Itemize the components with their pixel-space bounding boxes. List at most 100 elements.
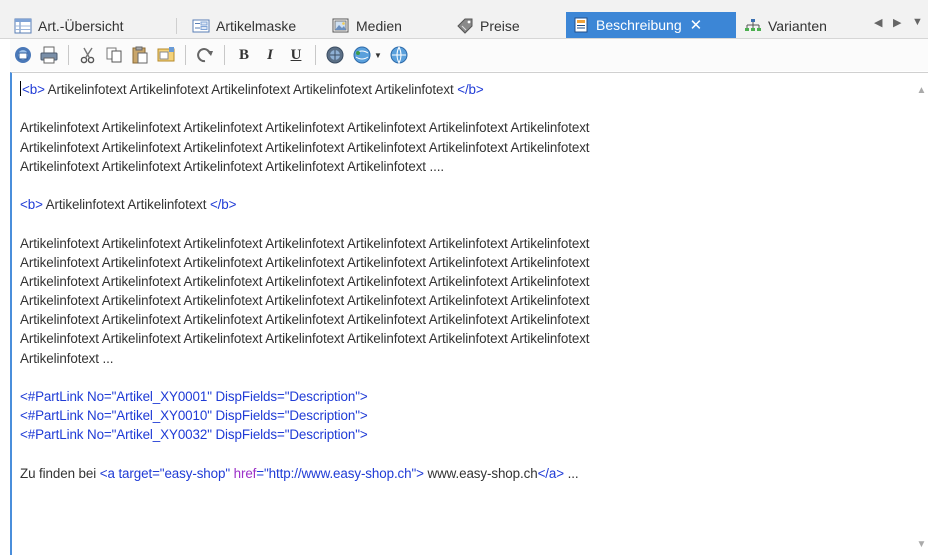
- tab-bar: Art.-Übersicht Artikelmaske Medien Preis…: [0, 0, 928, 39]
- editor-line: Artikelinfotext Artikelinfotext Artikeli…: [20, 272, 900, 291]
- text-segment: www.easy-shop.ch: [423, 465, 538, 481]
- editor-line: <#PartLink No="Artikel_XY0001" DispField…: [20, 387, 900, 406]
- text-segment: Artikelinfotext ...: [20, 350, 114, 366]
- tab-label: Art.-Übersicht: [38, 18, 124, 34]
- printer-icon: [40, 46, 58, 64]
- globe-icon: [326, 46, 344, 64]
- html-tag: <a target="easy-shop": [99, 465, 234, 481]
- tab-label: Preise: [480, 18, 520, 34]
- print-button[interactable]: [38, 44, 60, 66]
- editor-toolbar: B I U ▼: [10, 39, 928, 71]
- close-icon[interactable]: ✕: [690, 18, 703, 33]
- editor-text[interactable]: <b> Artikelinfotext Artikelinfotext Arti…: [20, 80, 900, 483]
- tab-varianten[interactable]: Varianten: [744, 14, 827, 38]
- text-segment: Artikelinfotext Artikelinfotext: [42, 197, 210, 213]
- tab-label: Artikelmaske: [216, 18, 297, 34]
- paste-button[interactable]: [129, 44, 151, 66]
- editor-line: Artikelinfotext Artikelinfotext Artikeli…: [20, 234, 900, 253]
- text-segment: Artikelinfotext Artikelinfotext Artikeli…: [20, 235, 590, 251]
- editor-line: Zu finden bei <a target="easy-shop" href…: [20, 464, 900, 483]
- html-tag: </b>: [457, 82, 484, 97]
- toolbar-divider: [68, 45, 69, 65]
- html-tag: <b>: [20, 197, 43, 213]
- html-tag: ="http://www.easy-shop.ch">: [256, 465, 424, 481]
- vertical-scrollbar[interactable]: ▲ ▼: [913, 73, 928, 555]
- tab-medien[interactable]: Medien: [332, 14, 402, 38]
- form-icon: [192, 18, 210, 34]
- preview-icon: [15, 47, 31, 63]
- tab-label: Medien: [356, 18, 402, 34]
- tab-label: Varianten: [768, 18, 827, 34]
- scroll-tabs-left-icon[interactable]: ◀: [874, 16, 882, 29]
- editor-line: Artikelinfotext Artikelinfotext Artikeli…: [20, 157, 900, 176]
- editor-line: <b> Artikelinfotext Artikelinfotext Arti…: [20, 80, 900, 99]
- text-segment: Artikelinfotext Artikelinfotext Artikeli…: [20, 331, 590, 347]
- insert-link-dropdown[interactable]: ▼: [350, 44, 384, 66]
- editor-line: Artikelinfotext ...: [20, 349, 900, 368]
- web-preview-button[interactable]: [324, 44, 346, 66]
- scroll-down-icon[interactable]: ▼: [913, 535, 928, 553]
- tab-label: Beschreibung: [596, 17, 682, 33]
- tab-preise[interactable]: Preise: [456, 14, 520, 38]
- editor-line: Artikelinfotext Artikelinfotext Artikeli…: [20, 253, 900, 272]
- html-tag: <#PartLink No="Artikel_XY0001" DispField…: [20, 389, 368, 404]
- html-attribute: href: [233, 465, 257, 481]
- globe-link-icon: [353, 46, 371, 64]
- text-segment: Zu finden bei: [20, 465, 100, 481]
- tab-art-uebersicht[interactable]: Art.-Übersicht: [14, 14, 124, 38]
- price-tag-icon: [456, 18, 474, 34]
- italic-button[interactable]: I: [259, 44, 281, 66]
- toolbar-divider: [224, 45, 225, 65]
- editor-line: Artikelinfotext Artikelinfotext Artikeli…: [20, 118, 900, 137]
- text-segment: Artikelinfotext Artikelinfotext Artikeli…: [20, 139, 590, 155]
- html-tag: </b>: [209, 197, 237, 213]
- tab-divider: [176, 18, 177, 34]
- scroll-tabs-right-icon[interactable]: ▶: [893, 16, 901, 29]
- web-link-icon: [390, 46, 408, 65]
- text-segment: Artikelinfotext Artikelinfotext Artikeli…: [20, 120, 590, 136]
- underline-button[interactable]: U: [285, 44, 307, 66]
- editor-line: Artikelinfotext Artikelinfotext Artikeli…: [20, 138, 900, 157]
- bold-button[interactable]: B: [233, 44, 255, 66]
- text-segment: Artikelinfotext Artikelinfotext Artikeli…: [20, 312, 590, 328]
- preview-button[interactable]: [12, 44, 34, 66]
- insert-image-icon: [157, 47, 175, 62]
- tab-artikelmaske[interactable]: Artikelmaske: [192, 14, 296, 38]
- text-segment: Artikelinfotext Artikelinfotext Artikeli…: [20, 273, 590, 289]
- scissors-icon: [80, 47, 95, 64]
- redo-button[interactable]: [194, 44, 216, 66]
- tree-icon: [744, 18, 762, 34]
- chevron-down-icon: ▼: [374, 50, 382, 60]
- cut-button[interactable]: [77, 44, 99, 66]
- html-editor[interactable]: <b> Artikelinfotext Artikelinfotext Arti…: [10, 72, 928, 555]
- editor-line: <#PartLink No="Artikel_XY0032" DispField…: [20, 425, 900, 444]
- tab-beschreibung[interactable]: Beschreibung ✕: [566, 12, 736, 38]
- text-segment: ...: [563, 465, 579, 481]
- text-segment: Artikelinfotext Artikelinfotext Artikeli…: [44, 82, 458, 97]
- html-tag: <b>: [22, 82, 45, 97]
- editor-line: <b> Artikelinfotext Artikelinfotext </b>: [20, 195, 900, 214]
- editor-line: <#PartLink No="Artikel_XY0010" DispField…: [20, 406, 900, 425]
- html-tag: <#PartLink No="Artikel_XY0032" DispField…: [20, 427, 368, 443]
- copy-button[interactable]: [103, 44, 125, 66]
- editor-line: Artikelinfotext Artikelinfotext Artikeli…: [20, 329, 900, 348]
- html-tag: <#PartLink No="Artikel_XY0010" DispField…: [20, 408, 368, 424]
- text-cursor: [20, 81, 21, 96]
- insert-web-link-button[interactable]: [388, 44, 410, 66]
- scroll-up-icon[interactable]: ▲: [913, 81, 928, 99]
- text-segment: Artikelinfotext Artikelinfotext Artikeli…: [20, 254, 590, 270]
- insert-image-button[interactable]: [155, 44, 177, 66]
- toolbar-divider: [185, 45, 186, 65]
- html-tag: </a>: [537, 465, 565, 481]
- tab-list-dropdown-icon[interactable]: ▼: [912, 16, 923, 28]
- grid-icon: [14, 18, 32, 34]
- document-icon: [572, 17, 590, 33]
- image-icon: [332, 18, 350, 34]
- copy-icon: [106, 47, 122, 63]
- text-segment: Artikelinfotext Artikelinfotext Artikeli…: [20, 158, 445, 174]
